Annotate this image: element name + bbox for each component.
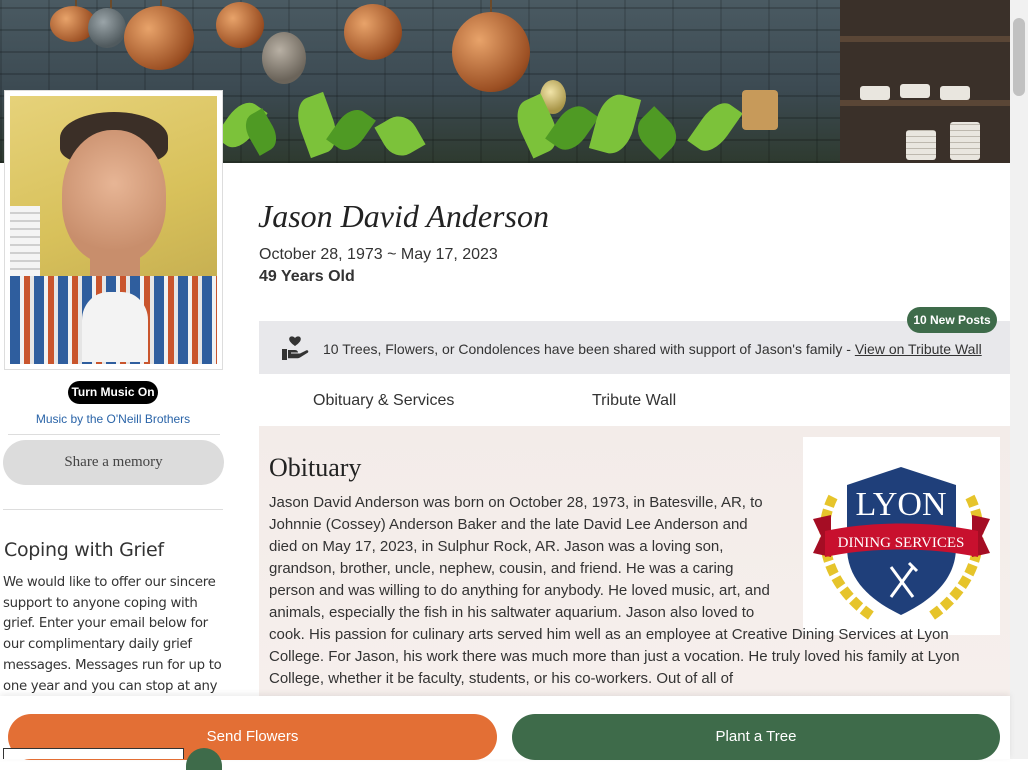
- tab-obituary-services[interactable]: Obituary & Services: [313, 392, 454, 410]
- coping-with-grief-text: We would like to offer our sincere suppo…: [3, 575, 222, 693]
- share-memory-button[interactable]: Share a memory: [3, 440, 224, 485]
- email-input[interactable]: [3, 748, 184, 759]
- content-tabs: Obituary & Services Tribute Wall: [259, 374, 1010, 427]
- obituary-title: Obituary: [269, 453, 362, 482]
- coping-with-grief-title: Coping with Grief: [4, 539, 164, 561]
- age: 49 Years Old: [259, 268, 355, 285]
- deceased-name: Jason David Anderson: [258, 198, 549, 234]
- music-credit-link[interactable]: Music by the O'Neill Brothers: [0, 412, 226, 426]
- tribute-summary-text: 10 Trees, Flowers, or Condolences have b…: [323, 341, 982, 357]
- profile-photo: [10, 96, 217, 364]
- new-posts-badge[interactable]: 10 New Posts: [907, 307, 997, 333]
- plant-tree-button[interactable]: Plant a Tree: [512, 714, 1000, 760]
- obituary-section: Obituary LYON DINING SERVICES Jason Davi…: [259, 426, 1010, 696]
- turn-music-on-button[interactable]: Turn Music On: [68, 381, 158, 404]
- profile-photo-frame: [4, 90, 223, 370]
- scrollbar-thumb[interactable]: [1013, 18, 1025, 96]
- obituary-text: Jason David Anderson was born on October…: [269, 494, 960, 687]
- tribute-summary-bar: 10 Trees, Flowers, or Condolences have b…: [259, 321, 1010, 374]
- life-dates: October 28, 1973 ~ May 17, 2023: [259, 246, 498, 263]
- view-tribute-wall-link[interactable]: View on Tribute Wall: [855, 341, 982, 357]
- page-scrollbar[interactable]: [1010, 0, 1028, 759]
- heart-in-hand-icon: [282, 336, 309, 360]
- tribute-summary-message: 10 Trees, Flowers, or Condolences have b…: [323, 341, 855, 357]
- divider: [8, 434, 220, 435]
- tab-tribute-wall[interactable]: Tribute Wall: [592, 392, 676, 410]
- divider: [3, 509, 223, 510]
